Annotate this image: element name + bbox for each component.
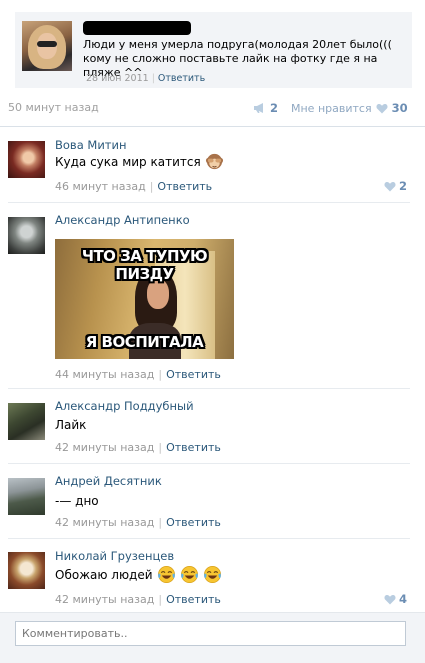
post-stats: 50 минут назад 2 Мне нравится 30 — [8, 99, 408, 117]
comment-reply-link[interactable]: Ответить — [166, 368, 221, 381]
comment-author[interactable]: Александр Антипенко — [55, 213, 190, 227]
meme-image[interactable]: ЧТО ЗА ТУПУЮ ПИЗДУ Я ВОСПИТАЛА — [55, 239, 234, 359]
comment-meta: 42 минуты назад | Ответить — [55, 441, 221, 454]
redacted-author-name — [83, 21, 191, 35]
comment-like-count: 4 — [398, 592, 407, 606]
comment-meta: 44 минуты назад | Ответить — [55, 368, 221, 381]
divider — [0, 126, 425, 127]
comment-time[interactable]: 42 минуты назад — [55, 593, 154, 606]
comment-time[interactable]: 42 минуты назад — [55, 441, 154, 454]
like-count: 30 — [391, 101, 408, 115]
comment-time[interactable]: 44 минуты назад — [55, 368, 154, 381]
divider — [8, 388, 410, 389]
post-time[interactable]: 50 минут назад — [8, 101, 99, 114]
comment-like-button[interactable]: 4 — [384, 592, 407, 606]
comment-reply-link[interactable]: Ответить — [157, 180, 212, 193]
comment-author[interactable]: Александр Поддубный — [55, 399, 194, 413]
comment-meta: 42 минуты назад | Ответить — [55, 593, 221, 606]
tears-of-joy-emoji — [203, 566, 221, 583]
comment-reply-link[interactable]: Ответить — [166, 441, 221, 454]
divider — [8, 538, 410, 539]
post-meta: 28 июн 2011 | Ответить — [86, 73, 206, 84]
comment-meta: 42 минуты назад | Ответить — [55, 516, 221, 529]
tears-of-joy-emoji — [180, 566, 198, 583]
comment-text: Куда сука мир катится — [55, 152, 224, 171]
comment-reply-link[interactable]: Ответить — [166, 516, 221, 529]
comment-avatar[interactable] — [8, 478, 45, 515]
like-button[interactable]: Мне нравится 30 — [291, 100, 408, 116]
comment-text-content: Куда сука мир катится — [55, 154, 201, 169]
comment-time[interactable]: 46 минут назад — [55, 180, 146, 193]
heart-icon — [384, 594, 396, 604]
comment-text-content: -— дно — [55, 494, 99, 508]
comment-time[interactable]: 42 минуты назад — [55, 516, 154, 529]
comment-avatar[interactable] — [8, 141, 45, 178]
comment-input[interactable] — [15, 621, 406, 646]
divider — [8, 202, 410, 203]
comment-author[interactable]: Николай Грузенцев — [55, 549, 174, 563]
post-reply-link[interactable]: Ответить — [158, 73, 205, 84]
comment-reply-link[interactable]: Ответить — [166, 593, 221, 606]
comment-text-content: Обожаю людей — [55, 567, 153, 582]
comment-author[interactable]: Андрей Десятник — [55, 474, 162, 488]
comment-avatar[interactable] — [8, 403, 45, 440]
heart-icon — [376, 103, 388, 113]
comment-avatar[interactable] — [8, 217, 45, 254]
post-author-avatar[interactable] — [22, 21, 72, 71]
see-no-evil-monkey-emoji — [205, 153, 223, 170]
share-count: 2 — [270, 101, 279, 115]
comment-like-button[interactable]: 2 — [384, 179, 407, 193]
comment-meta: 46 минут назад | Ответить — [55, 180, 213, 193]
share-megaphone-icon — [254, 103, 263, 113]
quoted-post: Люди у меня умерла подруга(молодая 20лет… — [15, 12, 412, 88]
heart-icon — [384, 181, 396, 191]
meme-top-caption: ЧТО ЗА ТУПУЮ ПИЗДУ — [81, 247, 208, 283]
comment-avatar[interactable] — [8, 552, 45, 589]
comment-text: -— дно — [55, 494, 99, 508]
meme-bottom-caption: Я ВОСПИТАЛА — [85, 333, 204, 351]
divider — [8, 463, 410, 464]
share-button[interactable]: 2 — [253, 100, 278, 116]
post-date[interactable]: 28 июн 2011 — [86, 73, 149, 84]
comment-text: Лайк — [55, 418, 86, 432]
comment-like-count: 2 — [398, 179, 407, 193]
comment-composer — [0, 612, 425, 663]
comment-text-content: Лайк — [55, 418, 87, 432]
like-label: Мне нравится — [291, 101, 372, 115]
tears-of-joy-emoji — [157, 566, 175, 583]
comment-text: Обожаю людей — [55, 565, 222, 584]
comment-author[interactable]: Вова Митин — [55, 138, 127, 152]
